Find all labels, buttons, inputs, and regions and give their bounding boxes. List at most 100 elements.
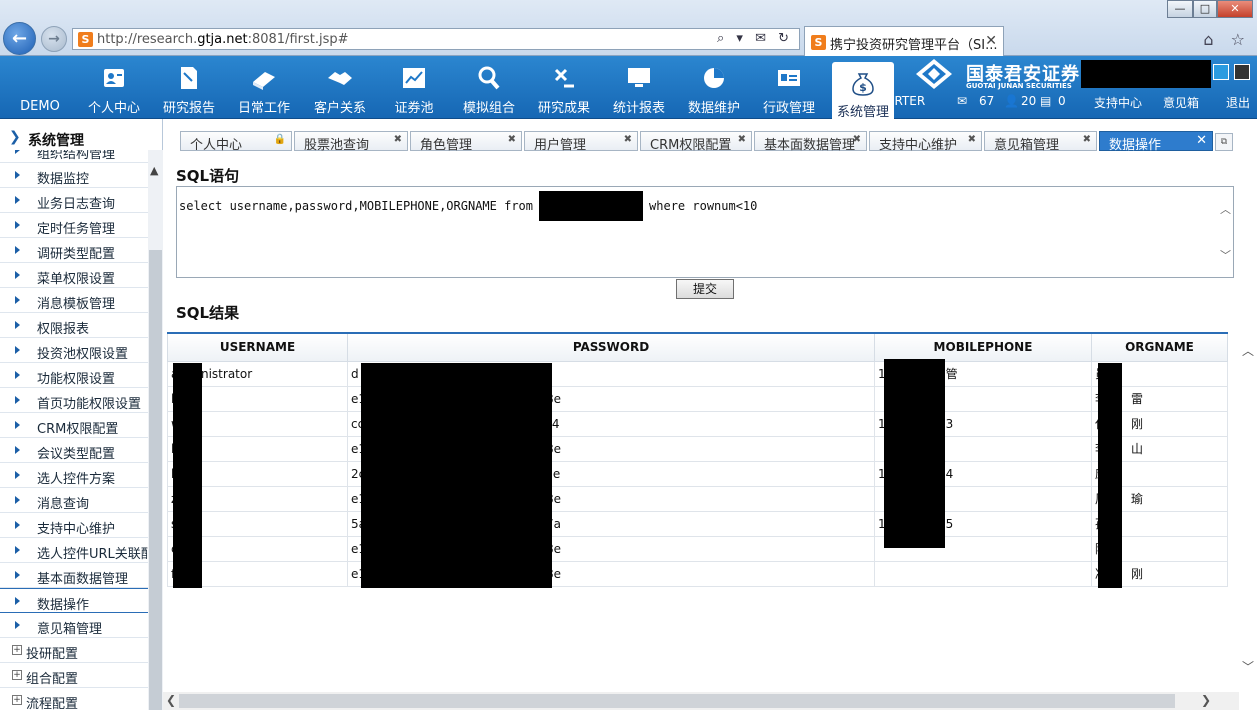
sidebar-item[interactable]: 会议类型配置	[0, 438, 148, 463]
close-tab-icon[interactable]: ✕	[1196, 133, 1207, 148]
sql-input[interactable]: select username,password,MOBILEPHONE,ORG…	[176, 186, 1234, 278]
page-tab[interactable]: 数据操作 ✕	[1099, 131, 1213, 153]
table-row[interactable]: kai2c5e14康	[167, 460, 1228, 487]
column-header[interactable]: ORGNAME	[1091, 332, 1228, 362]
scroll-right-icon[interactable]: ❯	[1201, 693, 1211, 707]
sidebar-scrollbar[interactable]: ▲	[148, 150, 163, 710]
user-count[interactable]: 20	[1021, 94, 1036, 108]
column-header[interactable]: MOBILEPHONE	[874, 332, 1092, 362]
table-row[interactable]: s5a7a15孙	[167, 510, 1228, 537]
page-tab[interactable]: 支持中心维护 ✖	[869, 131, 982, 153]
sidebar-item[interactable]: 组织结构管理	[0, 150, 148, 163]
scrollbar-thumb[interactable]	[179, 694, 1175, 708]
forward-button[interactable]: →	[41, 26, 67, 52]
results-hscrollbar[interactable]: ❮ ❯	[163, 692, 1239, 710]
nav-item-handshake[interactable]: 客户关系	[308, 56, 372, 119]
table-row[interactable]: line18e李山	[167, 435, 1228, 462]
table-row[interactable]: fnigange18e冯刚	[167, 560, 1228, 587]
nav-item-line-chart[interactable]: 证券池	[383, 56, 445, 119]
sidebar-group[interactable]: + 投研配置	[0, 638, 148, 663]
scroll-up-icon[interactable]: ︿	[1220, 201, 1231, 217]
nav-item-magnifier[interactable]: 模拟组合	[457, 56, 521, 119]
sidebar-item[interactable]: 选人控件URL关联配置	[0, 538, 148, 563]
home-favorites-icon[interactable]: ⌂ ☆	[1203, 30, 1251, 49]
close-tab-icon[interactable]: ✕	[985, 33, 997, 49]
page-tab[interactable]: 股票池查询 ✖	[294, 131, 408, 153]
table-row[interactable]: cange18e陈	[167, 535, 1228, 562]
sidebar-item[interactable]: 调研类型配置	[0, 238, 148, 263]
nav-item-person-card[interactable]: 个人中心	[82, 56, 146, 119]
sidebar-item[interactable]: CRM权限配置	[0, 413, 148, 438]
maximize-button[interactable]: □	[1193, 0, 1217, 18]
page-tab[interactable]: 意见箱管理 ✖	[984, 131, 1097, 153]
back-button[interactable]: ←	[3, 22, 36, 55]
nav-item-calculator[interactable]: 研究成果	[532, 56, 596, 119]
page-tab[interactable]: 个人中心 🔒	[180, 131, 292, 153]
sidebar-item[interactable]: 消息模板管理	[0, 288, 148, 313]
close-tab-icon[interactable]: ✖	[624, 134, 632, 145]
doc-icon[interactable]: ▤	[1040, 94, 1051, 108]
table-row[interactable]: wlcc1413任刚	[167, 410, 1228, 437]
page-tab[interactable]: 用户管理 ✖	[524, 131, 638, 153]
close-tab-icon[interactable]: ✖	[394, 134, 402, 145]
page-tab[interactable]: CRM权限配置 ✖	[640, 131, 752, 153]
column-header[interactable]: USERNAME	[167, 332, 348, 362]
sidebar-item[interactable]: 支持中心维护	[0, 513, 148, 538]
close-tab-icon[interactable]: ✖	[1083, 134, 1091, 145]
user-icon[interactable]: 👤	[1004, 94, 1019, 108]
column-header[interactable]: PASSWORD	[347, 332, 875, 362]
demo-label[interactable]: DEMO	[14, 56, 66, 119]
page-tab[interactable]: 角色管理 ✖	[410, 131, 522, 153]
results-vscrollbar[interactable]: ︿ ﹀	[1239, 342, 1257, 682]
scrollbar-thumb[interactable]	[149, 250, 162, 710]
sidebar-group[interactable]: + 流程配置	[0, 688, 148, 710]
scroll-down-icon[interactable]: ﹀	[1220, 247, 1231, 263]
scroll-up-icon[interactable]: ︿	[1242, 342, 1254, 359]
expand-plus-icon[interactable]: +	[12, 645, 22, 655]
sidebar-item[interactable]: 业务日志查询	[0, 188, 148, 213]
page-tab[interactable]: 基本面数据管理 ✖	[754, 131, 867, 153]
logout-link[interactable]: 退出	[1226, 94, 1250, 111]
scroll-up-icon[interactable]: ▲	[150, 164, 158, 177]
sidebar-item[interactable]: 投资池权限设置	[0, 338, 148, 363]
sidebar-group[interactable]: + 组合配置	[0, 663, 148, 688]
expand-plus-icon[interactable]: +	[12, 670, 22, 680]
sidebar-item[interactable]: 权限报表	[0, 313, 148, 338]
skin-dark-button[interactable]	[1234, 64, 1250, 80]
sidebar-item[interactable]: 选人控件方案	[0, 463, 148, 488]
table-row[interactable]: zye18e周瑜	[167, 485, 1228, 512]
table-row[interactable]: administratoraad11管员	[167, 360, 1228, 387]
sql-input-scrollbar[interactable]: ︿ ﹀	[1217, 187, 1233, 277]
mail-count[interactable]: 67	[979, 94, 994, 108]
sidebar-item[interactable]: 基本面数据管理	[0, 563, 148, 588]
sidebar-item[interactable]: 数据监控	[0, 163, 148, 188]
close-tab-icon[interactable]: ✖	[738, 134, 746, 145]
sql-query-text[interactable]: select username,password,MOBILEPHONE,ORG…	[179, 191, 757, 221]
mail-icon[interactable]: ✉	[957, 94, 967, 108]
doc-count[interactable]: 0	[1058, 94, 1066, 108]
sidebar-item[interactable]: 数据操作	[0, 588, 148, 613]
feedback-link[interactable]: 意见箱	[1163, 94, 1199, 111]
close-tab-icon[interactable]: ✖	[853, 134, 861, 145]
sidebar-item[interactable]: 消息查询	[0, 488, 148, 513]
sidebar-item[interactable]: 首页功能权限设置	[0, 388, 148, 413]
minimize-button[interactable]: —	[1167, 0, 1193, 18]
submit-button[interactable]: 提交	[676, 279, 734, 299]
nav-item-document-pen[interactable]: 研究报告	[157, 56, 221, 119]
support-center-link[interactable]: 支持中心	[1094, 94, 1142, 111]
scroll-left-icon[interactable]: ❮	[166, 693, 176, 707]
tab-menu-button[interactable]: ⧉	[1215, 133, 1233, 151]
nav-item-money-bag[interactable]: $ 系统管理	[832, 62, 894, 120]
close-window-button[interactable]: ✕	[1217, 0, 1253, 18]
sidebar-item[interactable]: 菜单权限设置	[0, 263, 148, 288]
nav-item-pie-chart[interactable]: 数据维护	[682, 56, 746, 119]
address-tools-icon[interactable]: ⌕ ▾ ✉ ↻	[717, 31, 793, 46]
address-bar[interactable]: S http://research.gtja.net:8081/first.js…	[72, 28, 800, 50]
nav-item-id-card[interactable]: 行政管理	[757, 56, 821, 119]
sidebar-item[interactable]: 功能权限设置	[0, 363, 148, 388]
expand-plus-icon[interactable]: +	[12, 695, 22, 705]
browser-tab-active[interactable]: S 携宁投资研究管理平台（SI... ✕	[804, 26, 1004, 56]
sidebar-item[interactable]: 定时任务管理	[0, 213, 148, 238]
table-row[interactable]: liie18e李雷	[167, 385, 1228, 412]
close-tab-icon[interactable]: ✖	[508, 134, 516, 145]
